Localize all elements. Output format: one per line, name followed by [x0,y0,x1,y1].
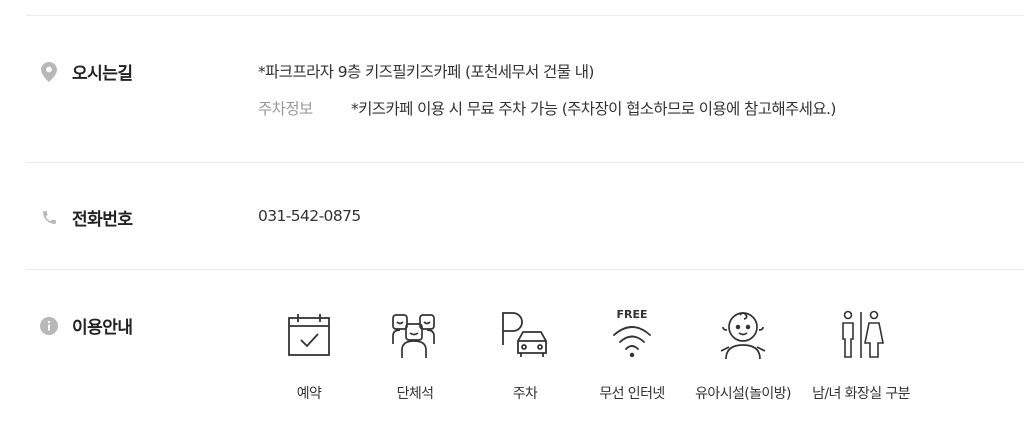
info-icon [40,316,58,335]
amenity-wifi: FREE 무선 인터넷 [587,305,677,403]
amenity-restroom: 남/녀 화장실 구분 [812,305,910,403]
calendar-check-icon [279,305,339,365]
phone-label: 전화번호 [72,210,133,230]
restroom-icon [831,305,891,365]
amenity-label: 남/녀 화장실 구분 [812,386,910,402]
directions-heading: 오시는길 [40,59,133,84]
map-pin-icon [40,61,58,82]
divider-top [26,15,1024,16]
amenity-reservation: 예약 [264,305,354,403]
phone-icon [40,209,58,227]
free-badge: FREE [616,308,648,321]
wifi-icon: FREE [602,305,662,365]
parking-text: *키즈카페 이용 시 무료 주차 가능 (주차장이 협소하므로 이용에 참고해주… [351,100,836,118]
address-text: *파크프라자 9층 키즈필키즈카페 (포천세무서 건물 내) [258,63,594,81]
baby-icon [713,305,773,365]
amenity-kids-playroom: 유아시설(놀이방) [695,305,791,403]
amenity-parking: 주차 [480,305,570,403]
divider-1 [26,162,1024,163]
divider-2 [26,269,1024,270]
amenity-label: 주차 [512,386,538,402]
phone-number[interactable]: 031-542-0875 [258,207,361,225]
parking-label: 주차정보 [258,100,313,118]
amenity-group-seating: 단체석 [370,305,460,403]
parking-icon [495,305,555,365]
amenity-label: 유아시설(놀이방) [695,386,791,402]
amenity-label: 무선 인터넷 [599,386,665,402]
amenity-label: 단체석 [396,386,434,402]
group-icon [385,305,445,365]
usage-label: 이용안내 [72,318,133,338]
amenity-label: 예약 [296,386,322,402]
directions-label: 오시는길 [72,64,133,84]
phone-heading: 전화번호 [40,205,133,230]
usage-heading: 이용안내 [40,313,133,338]
